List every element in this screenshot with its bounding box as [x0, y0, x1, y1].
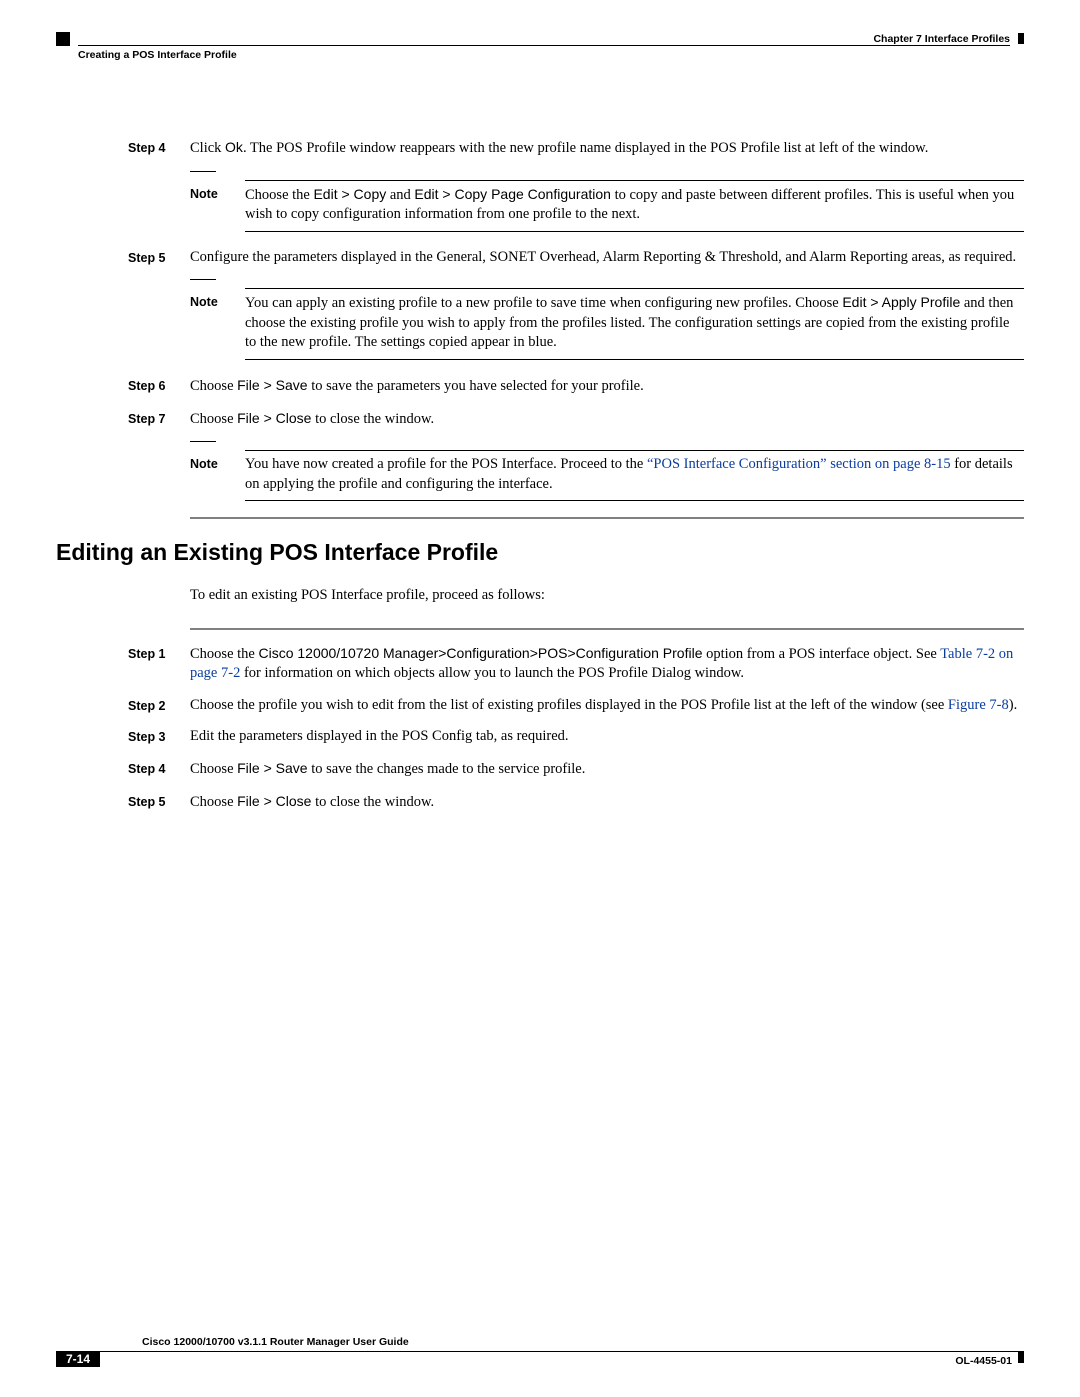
- note-label: Note: [190, 185, 245, 225]
- step-label: Step 5: [128, 792, 190, 813]
- step-row: Step 2Choose the profile you wish to edi…: [56, 696, 1024, 716]
- steps-start-rule: [190, 628, 1024, 630]
- doc-id: OL-4455-01: [955, 1354, 1012, 1368]
- page-header: Chapter 7 Interface Profiles Creating a …: [56, 32, 1024, 58]
- cross-ref-link[interactable]: Figure 7-8: [948, 697, 1009, 713]
- note-block: NoteYou can apply an existing profile to…: [190, 279, 1024, 360]
- step-label: Step 1: [128, 644, 190, 684]
- header-rule: [78, 45, 1010, 46]
- section-intro: To edit an existing POS Interface profil…: [190, 586, 1024, 606]
- note-block: NoteYou have now created a profile for t…: [190, 441, 1024, 501]
- step-row: Step 5Choose File > Close to close the w…: [56, 792, 1024, 813]
- section-label: Creating a POS Interface Profile: [78, 48, 237, 62]
- note-body: Choose the Edit > Copy and Edit > Copy P…: [245, 185, 1024, 225]
- step-row: Step 3Edit the parameters displayed in t…: [56, 727, 1024, 747]
- page-number: 7-14: [56, 1351, 100, 1367]
- header-end-icon: [1018, 33, 1024, 44]
- step-body: Configure the parameters displayed in th…: [190, 248, 1024, 268]
- step-body: Choose File > Close to close the window.: [190, 792, 1024, 813]
- step-row: Step 1Choose the Cisco 12000/10720 Manag…: [56, 644, 1024, 684]
- step-row: Step 5Configure the parameters displayed…: [56, 248, 1024, 268]
- note-block: NoteChoose the Edit > Copy and Edit > Co…: [190, 171, 1024, 232]
- step-body: Click Ok. The POS Profile window reappea…: [190, 138, 1024, 159]
- page-footer: Cisco 12000/10700 v3.1.1 Router Manager …: [56, 1335, 1024, 1367]
- step-row: Step 4Click Ok. The POS Profile window r…: [56, 138, 1024, 159]
- step-body: Choose the Cisco 12000/10720 Manager>Con…: [190, 644, 1024, 684]
- step-row: Step 4Choose File > Save to save the cha…: [56, 759, 1024, 780]
- step-row: Step 6Choose File > Save to save the par…: [56, 376, 1024, 397]
- step-label: Step 7: [128, 409, 190, 430]
- header-block-icon: [56, 32, 70, 46]
- footer-guide-title: Cisco 12000/10700 v3.1.1 Router Manager …: [142, 1335, 1024, 1351]
- page-content: Step 4Click Ok. The POS Profile window r…: [56, 58, 1024, 812]
- step-body: Choose File > Save to save the changes m…: [190, 759, 1024, 780]
- step-body: Edit the parameters displayed in the POS…: [190, 727, 1024, 747]
- step-label: Step 6: [128, 376, 190, 397]
- note-body: You can apply an existing profile to a n…: [245, 293, 1024, 353]
- footer-rule: OL-4455-01: [100, 1351, 1024, 1367]
- step-label: Step 5: [128, 248, 190, 268]
- step-label: Step 3: [128, 727, 190, 747]
- note-body: You have now created a profile for the P…: [245, 455, 1024, 494]
- step-label: Step 4: [128, 759, 190, 780]
- step-row: Step 7Choose File > Close to close the w…: [56, 409, 1024, 430]
- note-label: Note: [190, 455, 245, 494]
- step-label: Step 2: [128, 696, 190, 716]
- note-label: Note: [190, 293, 245, 353]
- footer-end-icon: [1018, 1352, 1024, 1363]
- step-body: Choose File > Save to save the parameter…: [190, 376, 1024, 397]
- steps-end-rule: [190, 517, 1024, 519]
- cross-ref-link[interactable]: “POS Interface Configuration” section on…: [647, 456, 951, 472]
- step-body: Choose the profile you wish to edit from…: [190, 696, 1024, 716]
- section-heading: Editing an Existing POS Interface Profil…: [56, 537, 1024, 568]
- step-label: Step 4: [128, 138, 190, 159]
- step-body: Choose File > Close to close the window.: [190, 409, 1024, 430]
